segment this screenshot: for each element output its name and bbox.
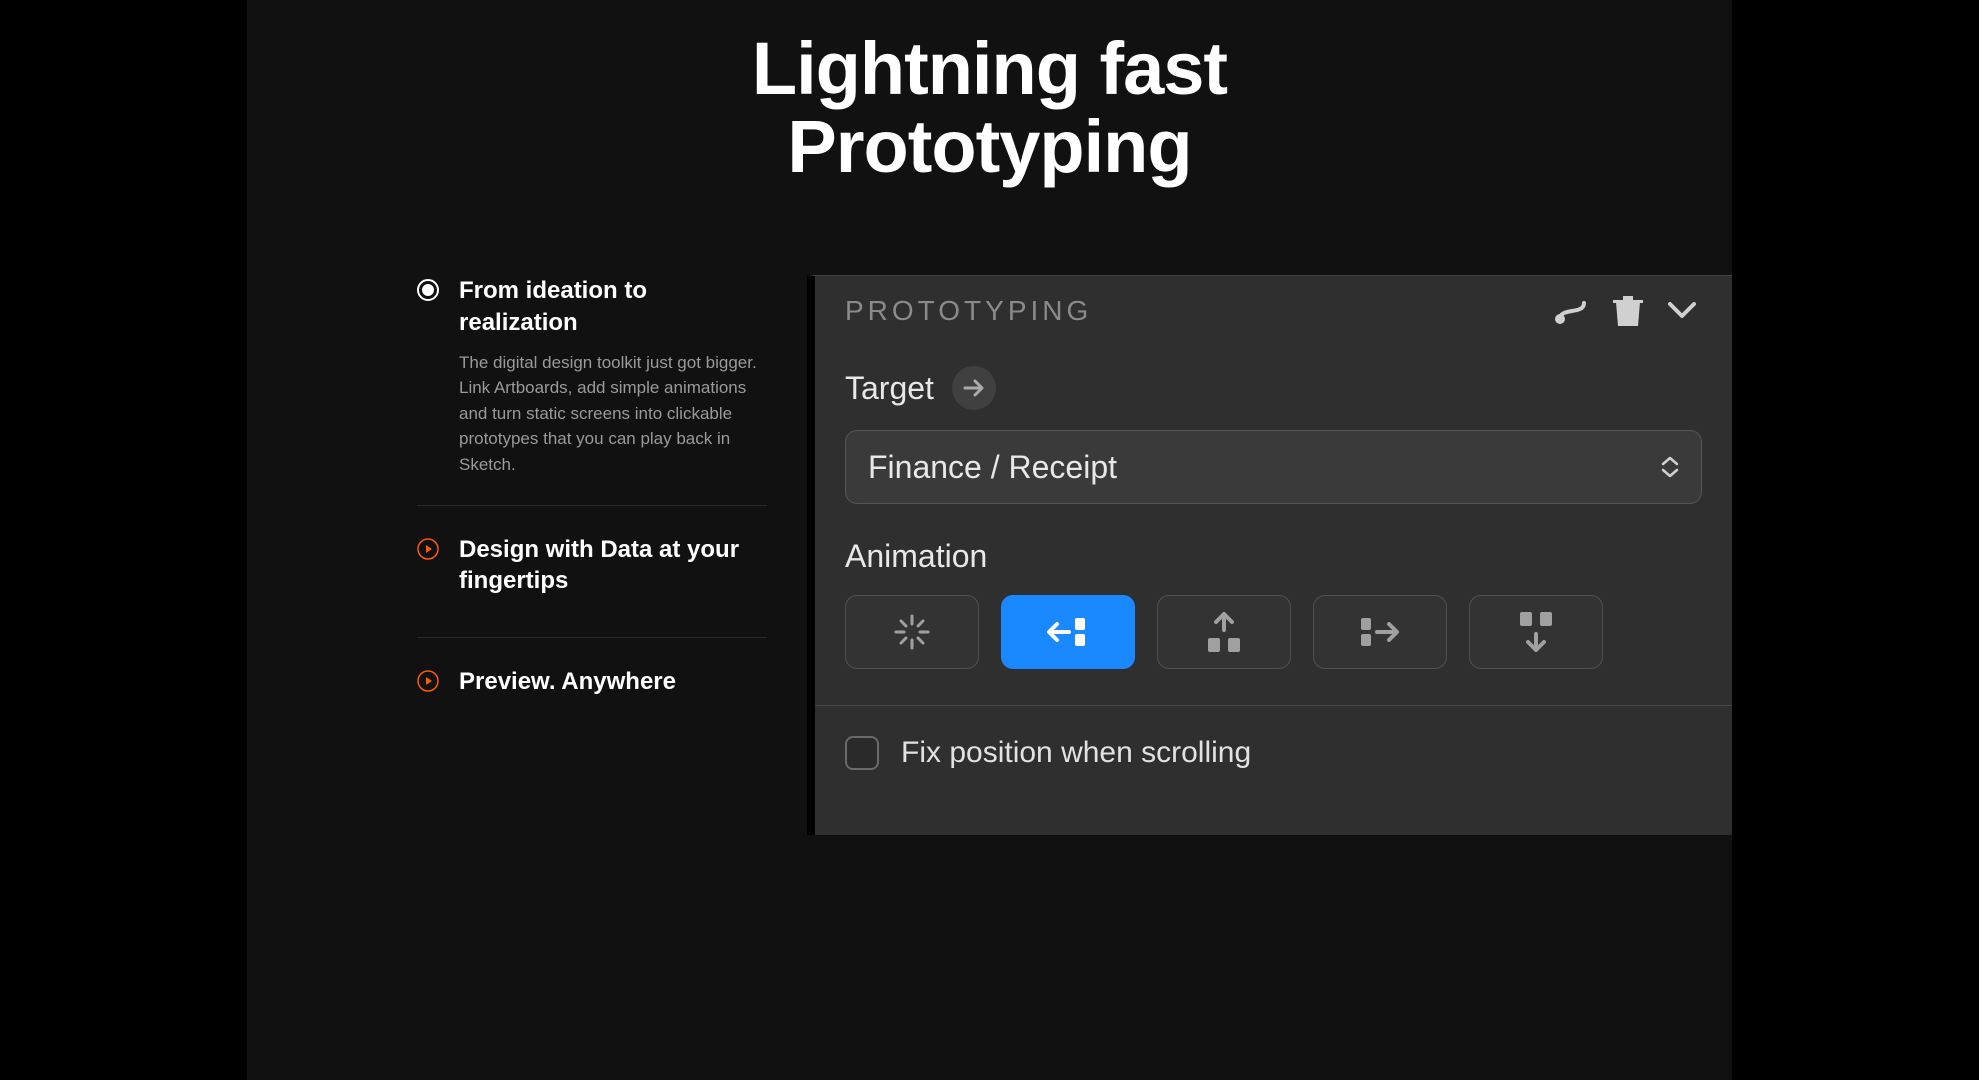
target-label-row: Target bbox=[845, 366, 1702, 410]
hero-line-2: Prototyping bbox=[787, 105, 1191, 188]
animation-label: Animation bbox=[845, 538, 1702, 575]
feature-title: Preview. Anywhere bbox=[459, 666, 767, 697]
animation-slide-up-button[interactable] bbox=[1157, 595, 1291, 669]
chevron-down-icon[interactable] bbox=[1662, 291, 1702, 331]
animation-slide-down-button[interactable] bbox=[1469, 595, 1603, 669]
target-select[interactable]: Finance / Receipt bbox=[845, 430, 1702, 504]
content-row: From ideation to realization The digital… bbox=[247, 275, 1732, 835]
feature-list: From ideation to realization The digital… bbox=[417, 275, 767, 835]
trash-icon[interactable] bbox=[1608, 291, 1648, 331]
prototyping-panel: PROTOTYPING bbox=[807, 275, 1732, 835]
animation-none-button[interactable] bbox=[845, 595, 979, 669]
feature-body: Preview. Anywhere bbox=[459, 666, 767, 709]
divider bbox=[815, 705, 1732, 706]
feature-title: From ideation to realization bbox=[459, 275, 767, 337]
feature-description: The digital design toolkit just got bigg… bbox=[459, 350, 767, 478]
arrow-right-icon[interactable] bbox=[952, 366, 996, 410]
hero-title: Lightning fast Prototyping bbox=[247, 30, 1732, 185]
panel-title: PROTOTYPING bbox=[845, 295, 1540, 327]
feature-item-data[interactable]: Design with Data at your fingertips bbox=[417, 534, 767, 637]
fix-position-checkbox[interactable] bbox=[845, 736, 879, 770]
animation-options bbox=[845, 595, 1702, 669]
play-circle-icon bbox=[417, 538, 439, 560]
target-label: Target bbox=[845, 370, 934, 407]
play-circle-icon bbox=[417, 670, 439, 692]
animation-slide-right-button[interactable] bbox=[1313, 595, 1447, 669]
feature-body: Design with Data at your fingertips bbox=[459, 534, 767, 608]
hero-line-1: Lightning fast bbox=[752, 27, 1227, 110]
page: Lightning fast Prototyping From ideation… bbox=[247, 0, 1732, 1080]
target-select-value: Finance / Receipt bbox=[868, 449, 1661, 486]
feature-item-ideation[interactable]: From ideation to realization The digital… bbox=[417, 275, 767, 506]
feature-item-preview[interactable]: Preview. Anywhere bbox=[417, 666, 767, 737]
panel-wrap: PROTOTYPING bbox=[807, 275, 1732, 835]
radio-active-icon bbox=[417, 279, 439, 301]
panel-header: PROTOTYPING bbox=[845, 276, 1702, 346]
feature-title: Design with Data at your fingertips bbox=[459, 534, 767, 596]
link-icon[interactable] bbox=[1554, 291, 1594, 331]
animation-slide-left-button[interactable] bbox=[1001, 595, 1135, 669]
fix-position-row: Fix position when scrolling bbox=[845, 736, 1702, 770]
feature-body: From ideation to realization The digital… bbox=[459, 275, 767, 477]
stepper-icon bbox=[1661, 456, 1679, 478]
fix-position-label: Fix position when scrolling bbox=[901, 736, 1251, 770]
